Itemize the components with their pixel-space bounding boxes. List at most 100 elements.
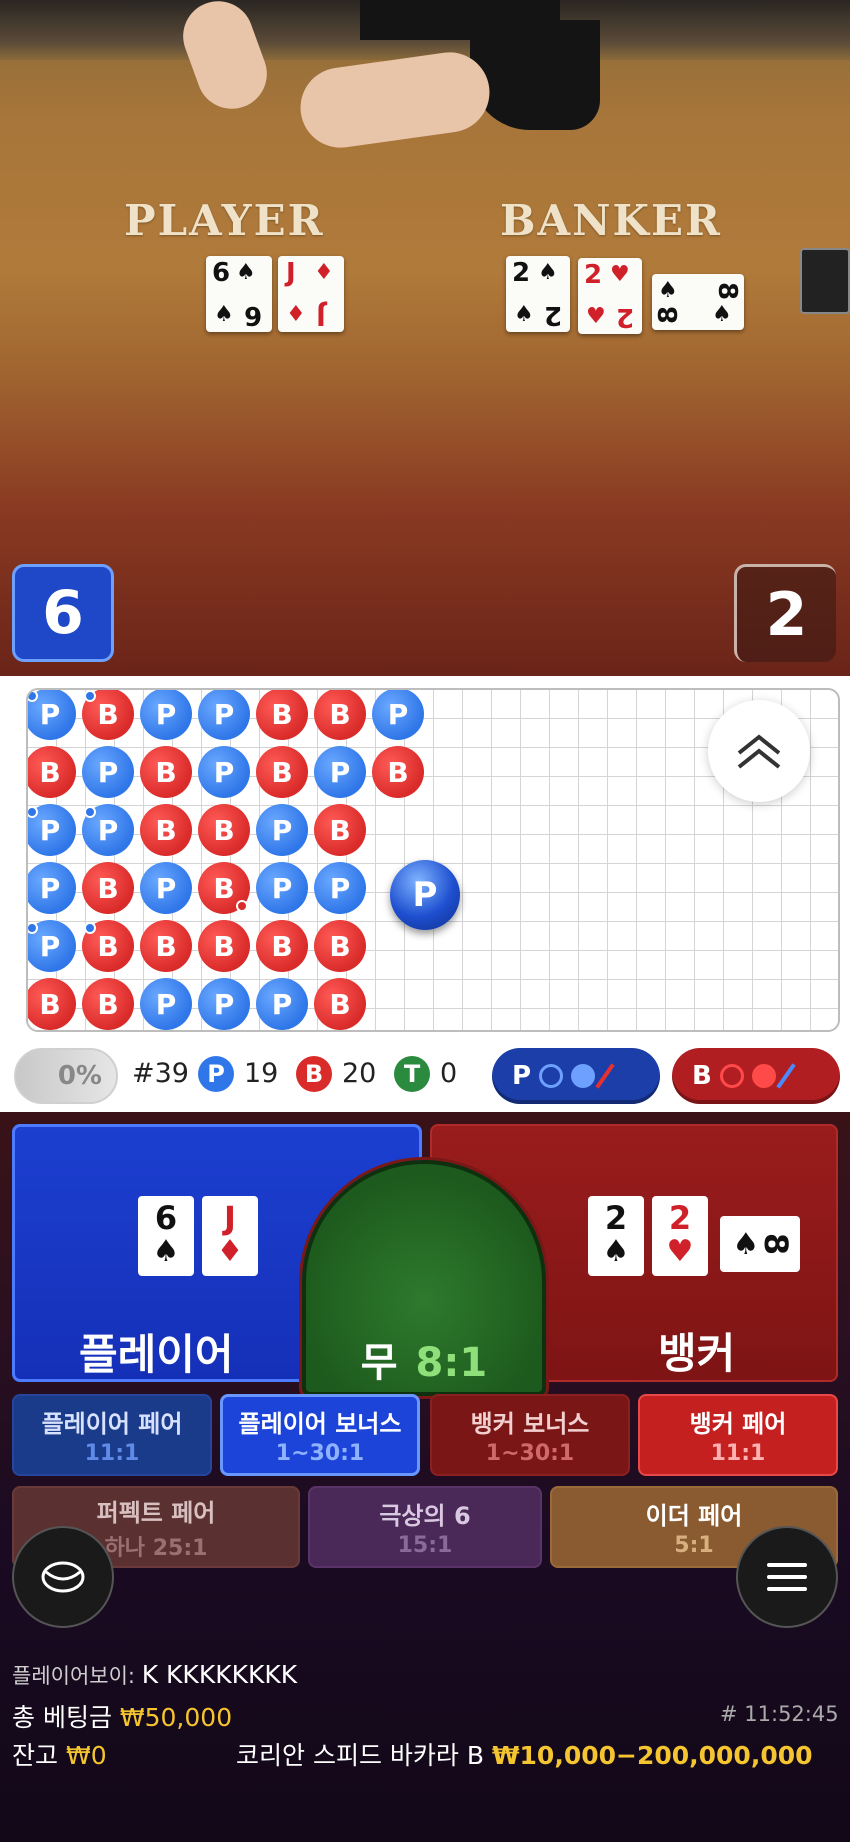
banker-predict-button[interactable]: B bbox=[672, 1048, 840, 1104]
table-lobby-icon bbox=[41, 1561, 85, 1593]
bead-banker: B bbox=[140, 920, 192, 972]
table-banker-label: BANKER bbox=[500, 196, 722, 245]
player-name-row: 플레이어보이: K KKKKKKKK bbox=[12, 1660, 297, 1690]
banker-predict-label: B bbox=[692, 1061, 712, 1091]
slash-icon bbox=[776, 1063, 796, 1089]
bead-player: P bbox=[28, 920, 76, 972]
slash-icon bbox=[595, 1063, 615, 1089]
banker-score: 2 bbox=[734, 564, 836, 662]
bead-banker: B bbox=[82, 978, 134, 1030]
pair-marker-dot bbox=[28, 922, 38, 934]
bead-banker: B bbox=[314, 804, 366, 856]
total-bet-label: 총 베팅금 bbox=[12, 1703, 112, 1732]
next-bead-p: P bbox=[390, 860, 460, 930]
table-card-banker-3: 8 ♠ ♠ 8 bbox=[652, 274, 744, 330]
player-count: 19 bbox=[244, 1058, 279, 1089]
round-number: #39 bbox=[132, 1058, 189, 1089]
bead-banker: B bbox=[314, 920, 366, 972]
betting-area: 플레이어 뱅커 무 8:1 6 ♠ J ♦ 2 ♠ 2 ♥ ♠ 8 플레이어 페… bbox=[0, 1112, 850, 1842]
card-shoe bbox=[800, 248, 850, 314]
pair-marker-dot bbox=[84, 806, 96, 818]
banker-bet-label: 뱅커 bbox=[658, 1329, 736, 1378]
player-bonus-bet[interactable]: 플레이어 보너스 1~30:1 bbox=[220, 1394, 420, 1476]
pair-marker-dot bbox=[28, 806, 38, 818]
player-predict-label: P bbox=[512, 1061, 532, 1091]
bead-banker: B bbox=[256, 746, 308, 798]
bead-player: P bbox=[198, 746, 250, 798]
bead-player: P bbox=[256, 862, 308, 914]
balance-value: ₩0 bbox=[65, 1741, 107, 1770]
tie-bet-label: 무 8:1 bbox=[360, 1340, 488, 1386]
tie-count-badge: T bbox=[394, 1056, 430, 1092]
bead-banker: B bbox=[140, 746, 192, 798]
player-bet-label: 플레이어 bbox=[79, 1330, 234, 1379]
banker-count: 20 bbox=[342, 1058, 377, 1089]
table-card-player-2: J ♦ ♦ J bbox=[278, 256, 344, 332]
double-chevron-up-icon bbox=[737, 734, 781, 769]
bead-player: P bbox=[140, 978, 192, 1030]
percent-toggle[interactable]: 0% bbox=[14, 1048, 118, 1104]
bead-player: P bbox=[198, 978, 250, 1030]
total-bet-value: ₩50,000 bbox=[119, 1703, 233, 1732]
dealer-sleeve bbox=[470, 20, 600, 130]
bead-banker: B bbox=[140, 804, 192, 856]
hamburger-menu-icon bbox=[767, 1563, 807, 1591]
bead-banker: B bbox=[82, 920, 134, 972]
bead-player: P bbox=[140, 862, 192, 914]
lobby-button[interactable] bbox=[12, 1526, 114, 1628]
banker-pair-bet[interactable]: 뱅커 페어 11:1 bbox=[638, 1394, 838, 1476]
dealer-right-hand bbox=[295, 47, 495, 153]
balance-label: 잔고 bbox=[12, 1741, 59, 1770]
player-predict-button[interactable]: P bbox=[492, 1048, 660, 1104]
round-time: # 11:52:45 bbox=[720, 1702, 839, 1726]
bead-player: P bbox=[28, 690, 76, 740]
bead-player: P bbox=[82, 804, 134, 856]
bead-icon bbox=[751, 1064, 776, 1088]
table-player-label: PLAYER bbox=[124, 196, 325, 245]
balance-row: 잔고 ₩0 bbox=[12, 1736, 107, 1772]
super-six-bet[interactable]: 극상의 6 15:1 bbox=[308, 1486, 542, 1568]
ring-icon bbox=[539, 1064, 564, 1088]
table-info-row: 코리안 스피드 바카라 B ₩10,000−200,000,000 bbox=[236, 1736, 813, 1772]
expand-roadmap-button[interactable] bbox=[708, 700, 810, 802]
player-count-badge: P bbox=[198, 1056, 234, 1092]
bet-card-player-1: 6 ♠ bbox=[138, 1196, 194, 1276]
bead-player: P bbox=[314, 862, 366, 914]
table-name: 코리안 스피드 바카라 B bbox=[236, 1741, 484, 1770]
player-name: K KKKKKKKK bbox=[141, 1660, 298, 1689]
pair-marker-dot bbox=[84, 690, 96, 702]
bead-banker: B bbox=[28, 978, 76, 1030]
total-bet-row: 총 베팅금 ₩50,000 bbox=[12, 1698, 232, 1734]
bead-player: P bbox=[198, 690, 250, 740]
banker-bonus-bet[interactable]: 뱅커 보너스 1~30:1 bbox=[430, 1394, 630, 1476]
bead-banker: B bbox=[372, 746, 424, 798]
bead-banker: B bbox=[198, 920, 250, 972]
tie-bet-spot[interactable]: 무 8:1 bbox=[302, 1160, 546, 1396]
pair-marker-dot bbox=[236, 900, 248, 912]
stats-bar: 0% #39 P 19 B 20 T 0 P B bbox=[0, 1040, 850, 1112]
player-pair-bet[interactable]: 플레이어 페어 11:1 bbox=[12, 1394, 212, 1476]
bead-player: P bbox=[372, 690, 424, 740]
bet-card-banker-3: ♠ 8 bbox=[720, 1216, 800, 1272]
table-card-player-1: 6 ♠ ♠ 6 bbox=[206, 256, 272, 332]
bead-player: P bbox=[256, 804, 308, 856]
bead-banker: B bbox=[28, 746, 76, 798]
table-card-banker-1: 2 ♠ ♠ 2 bbox=[506, 256, 570, 332]
bead-banker: B bbox=[198, 862, 250, 914]
bead-player: P bbox=[82, 746, 134, 798]
bead-banker: B bbox=[256, 690, 308, 740]
bead-player: P bbox=[314, 746, 366, 798]
tie-count: 0 bbox=[440, 1058, 458, 1089]
menu-button[interactable] bbox=[736, 1526, 838, 1628]
bead-banker: B bbox=[256, 920, 308, 972]
bead-player: P bbox=[256, 978, 308, 1030]
bead-player: P bbox=[140, 690, 192, 740]
table-limits: ₩10,000−200,000,000 bbox=[491, 1741, 813, 1770]
bead-player: P bbox=[28, 804, 76, 856]
banker-count-badge: B bbox=[296, 1056, 332, 1092]
live-video-feed: PLAYER BANKER 6 ♠ ♠ 6 J ♦ ♦ J 2 ♠ ♠ 2 2 … bbox=[0, 0, 850, 676]
bead-banker: B bbox=[198, 804, 250, 856]
bead-banker: B bbox=[314, 978, 366, 1030]
ring-icon bbox=[719, 1064, 744, 1088]
bead-banker: B bbox=[82, 690, 134, 740]
